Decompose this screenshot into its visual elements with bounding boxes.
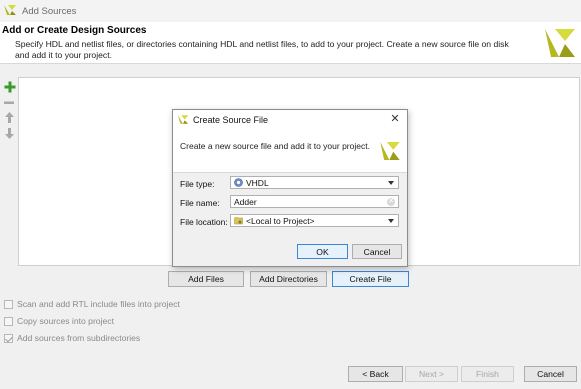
arrow-down-icon[interactable] (3, 127, 16, 140)
file-type-label: File type: (180, 179, 215, 189)
window-titlebar: Add Sources (0, 0, 581, 22)
file-location-select[interactable]: <Local to Project> (230, 214, 399, 227)
file-name-label: File name: (180, 198, 220, 208)
file-type-value: VHDL (246, 177, 269, 188)
add-subdirectories-checkbox[interactable] (4, 333, 13, 343)
back-button[interactable]: < Back (348, 366, 403, 382)
scan-rtl-include-checkbox[interactable] (4, 299, 13, 309)
option-copy-sources[interactable]: Copy sources into project (4, 315, 114, 327)
arrow-up-icon[interactable] (3, 111, 16, 124)
vivado-brand-icon (380, 141, 400, 161)
copy-sources-checkbox[interactable] (4, 316, 13, 326)
file-location-value: <Local to Project> (246, 215, 315, 226)
clear-icon[interactable]: ✕ (387, 198, 395, 206)
copy-sources-label: Copy sources into project (17, 316, 114, 326)
vivado-brand-icon (545, 29, 575, 57)
window-title: Add Sources (22, 6, 77, 17)
page-title: Add or Create Design Sources (2, 25, 147, 36)
page-header: Add or Create Design Sources Specify HDL… (0, 22, 581, 64)
file-location-label: File location: (180, 217, 228, 227)
file-name-value: Adder (234, 196, 257, 207)
chevron-down-icon[interactable] (388, 219, 394, 223)
folder-icon (234, 217, 243, 225)
vhdl-file-icon (234, 178, 243, 187)
dialog-cancel-button[interactable]: Cancel (352, 244, 402, 259)
page-description: Specify HDL and netlist files, or direct… (15, 39, 509, 60)
dialog-description: Create a new source file and add it to y… (180, 141, 370, 151)
finish-button[interactable]: Finish (461, 366, 514, 382)
file-list-toolbar (0, 64, 18, 264)
option-scan-rtl-include[interactable]: Scan and add RTL include files into proj… (4, 298, 180, 310)
vivado-logo-icon (177, 115, 189, 124)
chevron-down-icon[interactable] (388, 181, 394, 185)
ok-button[interactable]: OK (297, 244, 348, 259)
scan-rtl-include-label: Scan and add RTL include files into proj… (17, 299, 180, 309)
create-source-file-dialog: Create Source File ✕ Create a new source… (172, 109, 408, 267)
next-button[interactable]: Next > (405, 366, 458, 382)
vivado-logo-icon (4, 5, 16, 15)
cancel-button[interactable]: Cancel (524, 366, 577, 382)
dialog-header: Create a new source file and add it to y… (173, 129, 407, 173)
dialog-titlebar: Create Source File ✕ (173, 110, 407, 129)
option-add-subdirectories[interactable]: Add sources from subdirectories (4, 332, 140, 344)
file-type-select[interactable]: VHDL (230, 176, 399, 189)
add-subdirectories-label: Add sources from subdirectories (17, 333, 141, 343)
add-directories-button[interactable]: Add Directories (250, 271, 327, 287)
close-icon[interactable]: ✕ (389, 113, 401, 125)
plus-icon[interactable] (3, 80, 16, 93)
dialog-title: Create Source File (193, 115, 269, 125)
file-name-input[interactable]: Adder ✕ (230, 195, 399, 208)
add-files-button[interactable]: Add Files (168, 271, 244, 287)
minus-icon[interactable] (3, 96, 16, 109)
create-file-button[interactable]: Create File (332, 271, 409, 287)
